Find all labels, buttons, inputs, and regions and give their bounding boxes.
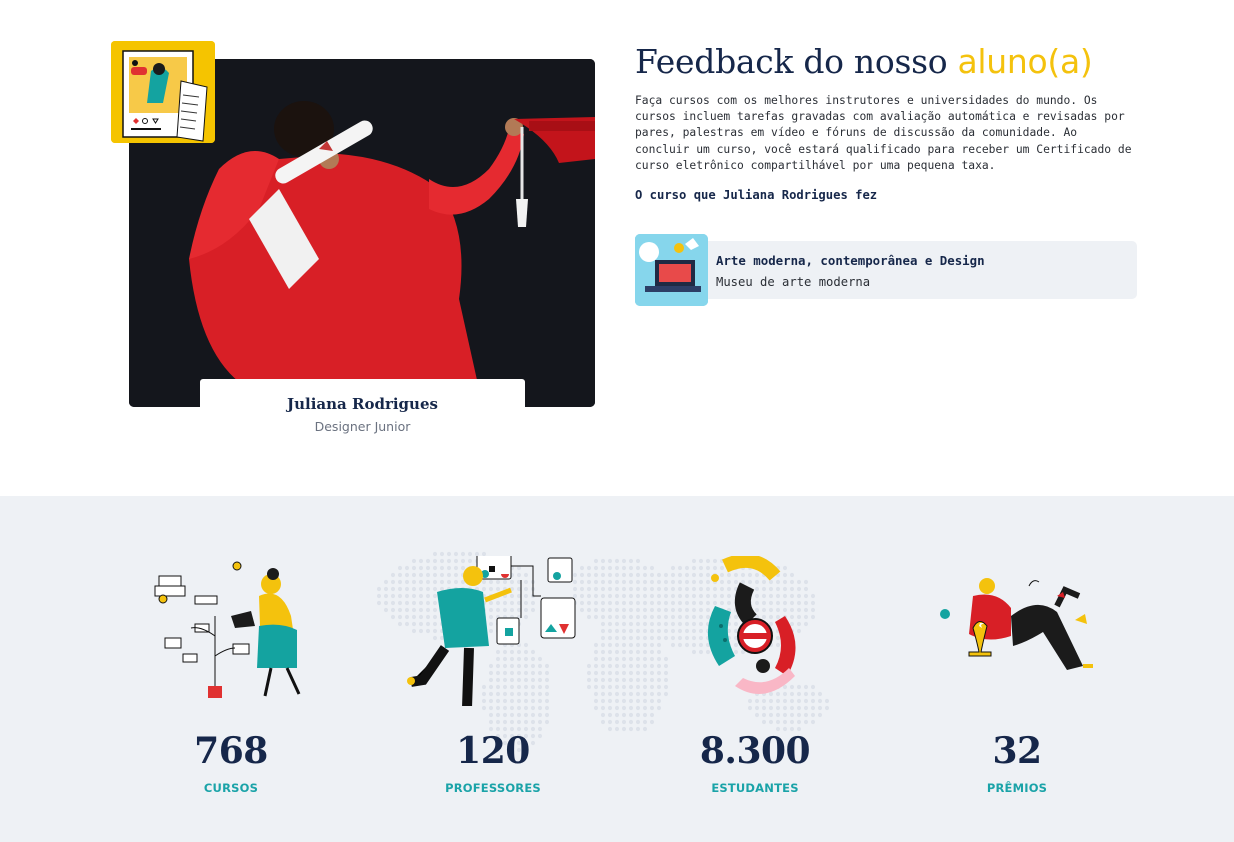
stat-professors: 120 PROFESSORES	[393, 496, 593, 842]
social-media-badge-illustration	[111, 41, 215, 143]
plant-watering-illustration	[154, 561, 301, 698]
heading-accent: aluno(a)	[957, 42, 1093, 81]
stat-value: 768	[194, 730, 268, 772]
stat-value: 32	[992, 730, 1042, 772]
stat-label: PRÊMIOS	[986, 781, 1048, 795]
student-name-card: Juliana Rodrigues Designer Junior	[200, 379, 525, 449]
stat-value: 8.300	[699, 730, 811, 772]
stat-label: PROFESSORES	[445, 781, 541, 795]
trophy-illustration	[940, 578, 1093, 670]
course-card[interactable]: Arte moderna, contemporânea e Design Mus…	[635, 234, 1137, 306]
stat-students: 8.300 ESTUDANTES	[655, 496, 855, 842]
stat-label: ESTUDANTES	[711, 781, 799, 795]
section-description: Faça cursos com os melhores instrutores …	[635, 94, 1132, 172]
course-name: Arte moderna, contemporânea e Design	[716, 253, 985, 268]
testimonial-content: Feedback do nosso aluno(a) Faça cursos c…	[635, 42, 1140, 202]
course-organization: Museu de arte moderna	[716, 275, 871, 289]
student-name: Juliana Rodrigues	[287, 395, 438, 413]
heading-main: Feedback do nosso	[635, 42, 958, 81]
stat-label: CURSOS	[203, 781, 259, 795]
course-heading: O curso que Juliana Rodrigues fez	[635, 188, 878, 203]
stat-awards: 32 PRÊMIOS	[917, 496, 1117, 842]
teacher-diagram-illustration	[407, 556, 576, 706]
stat-courses: 768 CURSOS	[131, 496, 331, 842]
testimonial-section: Juliana Rodrigues Designer Junior Feedba…	[0, 0, 1234, 496]
section-heading: Feedback do nosso aluno(a)	[635, 42, 1140, 81]
stat-value: 120	[456, 730, 530, 772]
student-role: Designer Junior	[314, 419, 411, 434]
course-thumbnail	[635, 234, 708, 306]
students-circle-illustration	[707, 556, 796, 694]
stats-section: 768 CURSOS 120 PROFESSORES 8.300 ESTUDAN…	[0, 496, 1234, 842]
